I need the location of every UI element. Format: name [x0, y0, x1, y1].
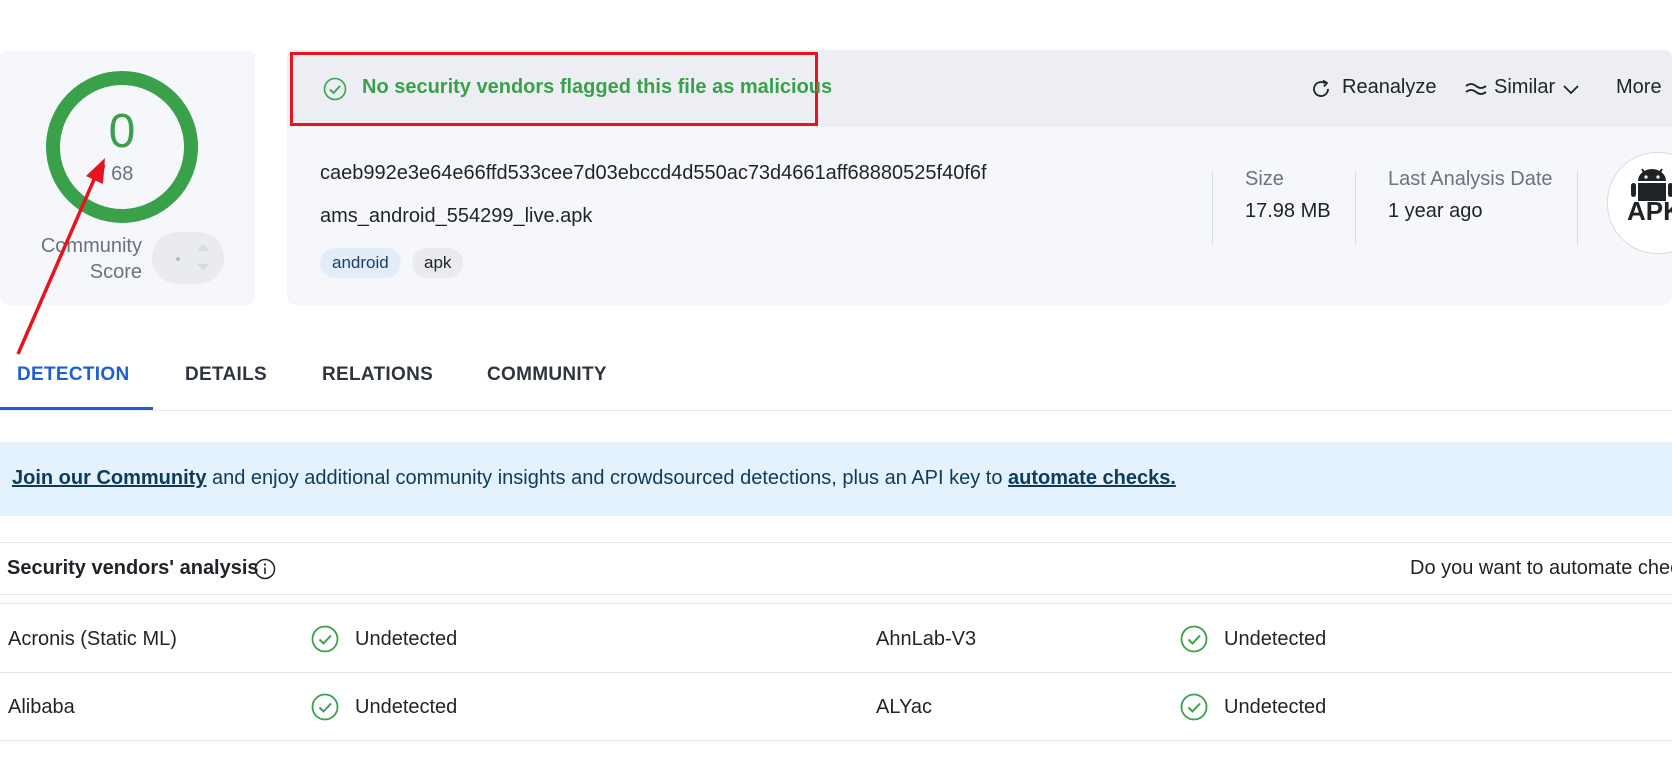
reanalyze-button[interactable]: Reanalyze: [1342, 76, 1437, 99]
check-circle-icon: [311, 693, 339, 721]
more-button[interactable]: More: [1616, 76, 1662, 99]
vendor-result: Undetected: [1224, 628, 1327, 650]
check-circle-icon: [323, 77, 347, 101]
vendor-name: Acronis (Static ML): [8, 628, 177, 650]
check-circle-icon: [1180, 625, 1208, 653]
section-divider: [0, 542, 1672, 543]
community-vote-control[interactable]: [152, 232, 224, 284]
vendors-analysis-title: Security vendors' analysis: [7, 557, 259, 579]
last-analysis-label: Last Analysis Date: [1388, 168, 1553, 190]
vendor-result: Undetected: [1224, 696, 1327, 718]
tabs-divider: [0, 410, 1672, 411]
tab-details[interactable]: DETAILS: [185, 364, 267, 386]
detection-count: 0: [108, 105, 136, 158]
similar-icon[interactable]: [1464, 80, 1488, 98]
vote-up-icon[interactable]: [197, 244, 209, 251]
last-analysis-value: 1 year ago: [1388, 200, 1483, 222]
row-divider: [0, 740, 1672, 741]
vendor-name: ALYac: [876, 696, 932, 718]
tab-detection[interactable]: DETECTION: [17, 364, 129, 386]
automate-checks-prompt[interactable]: Do you want to automate checks?: [1410, 557, 1672, 580]
vendor-name: AhnLab-V3: [876, 628, 977, 650]
tag-apk[interactable]: apk: [412, 248, 464, 278]
tab-relations[interactable]: RELATIONS: [322, 364, 433, 386]
check-circle-icon: [311, 625, 339, 653]
automate-checks-link[interactable]: automate checks.: [1008, 467, 1176, 489]
info-icon[interactable]: [254, 558, 276, 580]
divider: [1212, 171, 1213, 245]
check-circle-icon: [1180, 693, 1208, 721]
join-community-link[interactable]: Join our Community: [12, 467, 206, 489]
file-hash[interactable]: caeb992e3e64e66ffd533cee7d03ebccd4d550ac…: [320, 162, 987, 185]
vendor-name: Alibaba: [8, 696, 75, 718]
community-banner-text: Join our Community and enjoy additional …: [12, 467, 1176, 490]
banner-body-text: and enjoy additional community insights …: [206, 467, 1009, 489]
size-value: 17.98 MB: [1245, 200, 1331, 222]
similar-button[interactable]: Similar: [1494, 76, 1555, 99]
vote-value-dot: [176, 257, 180, 261]
file-type-label: APK: [1627, 196, 1672, 226]
tab-community[interactable]: COMMUNITY: [487, 364, 607, 386]
divider: [1577, 171, 1578, 245]
vote-down-icon[interactable]: [197, 264, 209, 271]
active-tab-indicator: [0, 407, 153, 410]
row-divider: [0, 672, 1672, 673]
size-label: Size: [1245, 168, 1284, 190]
detection-status-message: No security vendors flagged this file as…: [362, 76, 833, 98]
tag-android[interactable]: android: [320, 248, 401, 278]
reanalyze-icon[interactable]: [1310, 78, 1332, 100]
chevron-down-icon[interactable]: [1562, 82, 1580, 96]
vendor-result: Undetected: [355, 696, 458, 718]
section-divider: [0, 594, 1672, 595]
file-name: ams_android_554299_live.apk: [320, 205, 593, 227]
section-divider: [0, 603, 1672, 604]
vendor-result: Undetected: [355, 628, 458, 650]
detection-total: / 68: [100, 163, 134, 185]
community-score-label: Community Score: [40, 235, 142, 283]
divider: [1355, 171, 1356, 245]
